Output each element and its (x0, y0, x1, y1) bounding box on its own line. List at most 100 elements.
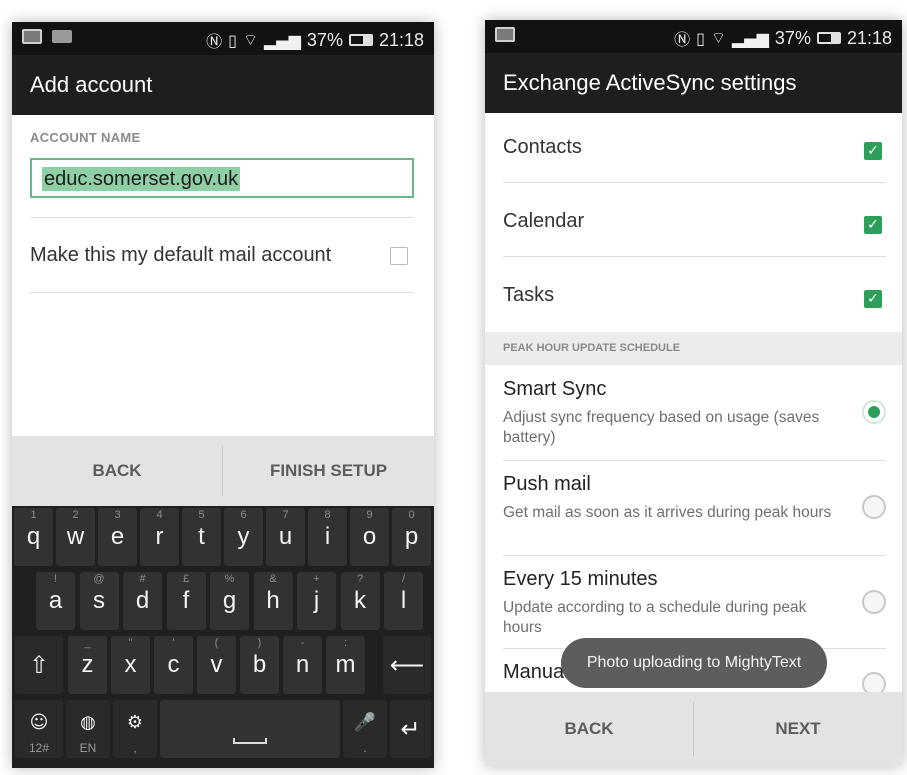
key-hint: 0 (408, 509, 415, 521)
keyboard-row-2: ! a @ s # d £ f% g & h + j? k / l (12, 572, 434, 636)
key-label: o (362, 523, 377, 550)
key-n[interactable]: -n (283, 636, 322, 694)
key-hint: : (343, 637, 348, 649)
key-g[interactable]: % g (210, 572, 249, 630)
key-l[interactable]: / l (384, 572, 423, 630)
key-a[interactable]: ! a (36, 572, 75, 630)
key-hint: & (269, 573, 277, 585)
key-p[interactable]: 0p (392, 508, 431, 566)
mic-key[interactable]: 🎤 . (343, 700, 387, 758)
push-mail-radio[interactable] (862, 495, 886, 519)
every-15-minutes-radio[interactable] (862, 590, 886, 614)
key-i[interactable]: 8i (308, 508, 347, 566)
emoji-key[interactable]: ☺ 12# (15, 700, 63, 758)
option-push-mail[interactable]: Push mail Get mail as soon as it arrives… (485, 463, 902, 557)
page-title: Add account (12, 55, 434, 115)
key-r[interactable]: 4r (140, 508, 179, 566)
vibrate-icon: ▯ (228, 30, 237, 50)
key-q[interactable]: 1q (14, 508, 53, 566)
key-h[interactable]: & h (253, 572, 293, 630)
key-label: p (404, 523, 419, 550)
mic-icon: 🎤 (353, 711, 377, 733)
key-x[interactable]: " x (111, 636, 150, 694)
account-name-label: ACCOUNT NAME (30, 130, 141, 145)
option-title: Push mail (503, 473, 591, 495)
key-v[interactable]: (v (197, 636, 236, 694)
smart-sync-radio[interactable] (862, 400, 886, 424)
key-k[interactable]: ? k (340, 572, 380, 630)
finish-setup-button[interactable]: FINISH SETUP (223, 436, 434, 506)
language-key[interactable]: ◍ EN (66, 700, 110, 758)
option-smart-sync[interactable]: Smart Sync Adjust sync frequency based o… (485, 368, 902, 462)
enter-key[interactable]: ↵ (390, 700, 431, 758)
key-c[interactable]: ' c (154, 636, 193, 694)
calendar-checkbox[interactable]: ✓ (864, 216, 882, 234)
key-u[interactable]: 7u (266, 508, 305, 566)
space-key[interactable] (160, 700, 340, 758)
key-hint: 4 (156, 509, 163, 521)
key-hint: # (139, 573, 146, 585)
enter-icon: ↵ (400, 715, 421, 743)
emoji-icon: ☺ (29, 711, 49, 733)
settings-key[interactable]: ⚙ , (113, 700, 157, 758)
next-button[interactable]: NEXT (694, 692, 902, 766)
key-hint: ? (356, 573, 364, 585)
default-mail-checkbox[interactable] (390, 247, 408, 265)
key-hint: 5 (198, 509, 205, 521)
key-label: z (81, 651, 94, 678)
symbols-label: 12# (28, 741, 50, 755)
sync-item-label: Tasks (503, 284, 555, 306)
back-button[interactable]: BACK (485, 692, 693, 766)
sync-item-label: Calendar (503, 210, 585, 232)
key-label: j (313, 587, 320, 614)
key-hint: 6 (240, 509, 247, 521)
key-w[interactable]: 2w (56, 508, 95, 566)
sync-calendar-row[interactable]: Calendar ✓ (485, 188, 902, 262)
account-name-input[interactable]: educ.somerset.gov.uk (30, 158, 414, 198)
key-label: e (110, 523, 125, 550)
key-e[interactable]: 3e (98, 508, 137, 566)
key-o[interactable]: 9o (350, 508, 389, 566)
globe-icon: ◍ (80, 711, 96, 733)
key-hint: ( (214, 637, 219, 649)
period-label: . (363, 741, 367, 755)
sync-tasks-row[interactable]: Tasks ✓ (485, 262, 902, 336)
settings-icon: ⚙ (126, 711, 144, 733)
backspace-key[interactable]: ⟵ (383, 636, 431, 694)
key-hint: 9 (366, 509, 373, 521)
sync-contacts-row[interactable]: Contacts ✓ (485, 114, 902, 188)
key-label: g (222, 587, 237, 614)
wifi-icon: ⌔ (242, 30, 258, 49)
nfc-icon: Ⓝ (206, 32, 223, 51)
key-b[interactable]: ) b (240, 636, 279, 694)
key-y[interactable]: 6y (224, 508, 263, 566)
key-d[interactable]: # d (123, 572, 162, 630)
divider (503, 182, 886, 183)
key-hint: 1 (30, 509, 37, 521)
key-hint: ) (257, 637, 262, 649)
clock: 21:18 (378, 29, 424, 50)
battery-percent: 37% (306, 29, 343, 50)
battery-icon (816, 32, 841, 44)
key-f[interactable]: £ f (166, 572, 206, 630)
tasks-checkbox[interactable]: ✓ (864, 290, 882, 308)
key-z[interactable]: _ z (68, 636, 107, 694)
section-header: PEAK HOUR UPDATE SCHEDULE (485, 332, 902, 365)
key-t[interactable]: 5t (182, 508, 221, 566)
shift-key[interactable]: ⇧ (15, 636, 63, 694)
key-s[interactable]: @ s (79, 572, 119, 630)
key-hint: £ (182, 573, 190, 585)
key-label: i (324, 523, 331, 550)
contacts-checkbox[interactable]: ✓ (864, 142, 882, 160)
key-j[interactable]: + j (297, 572, 336, 630)
comma-label: , (133, 741, 137, 755)
option-desc: Get mail as soon as it arrives during pe… (503, 504, 832, 521)
status-bar: Ⓝ ▯ ⌔ ▂▄▆ 37% 21:18 (12, 22, 434, 55)
key-hint: ! (53, 573, 58, 585)
battery-icon (348, 34, 373, 46)
key-label: m (335, 651, 356, 678)
sync-item-label: Contacts (503, 136, 582, 158)
key-m[interactable]: :m (326, 636, 365, 694)
back-button[interactable]: BACK (12, 436, 222, 506)
key-hint: 7 (282, 509, 289, 521)
